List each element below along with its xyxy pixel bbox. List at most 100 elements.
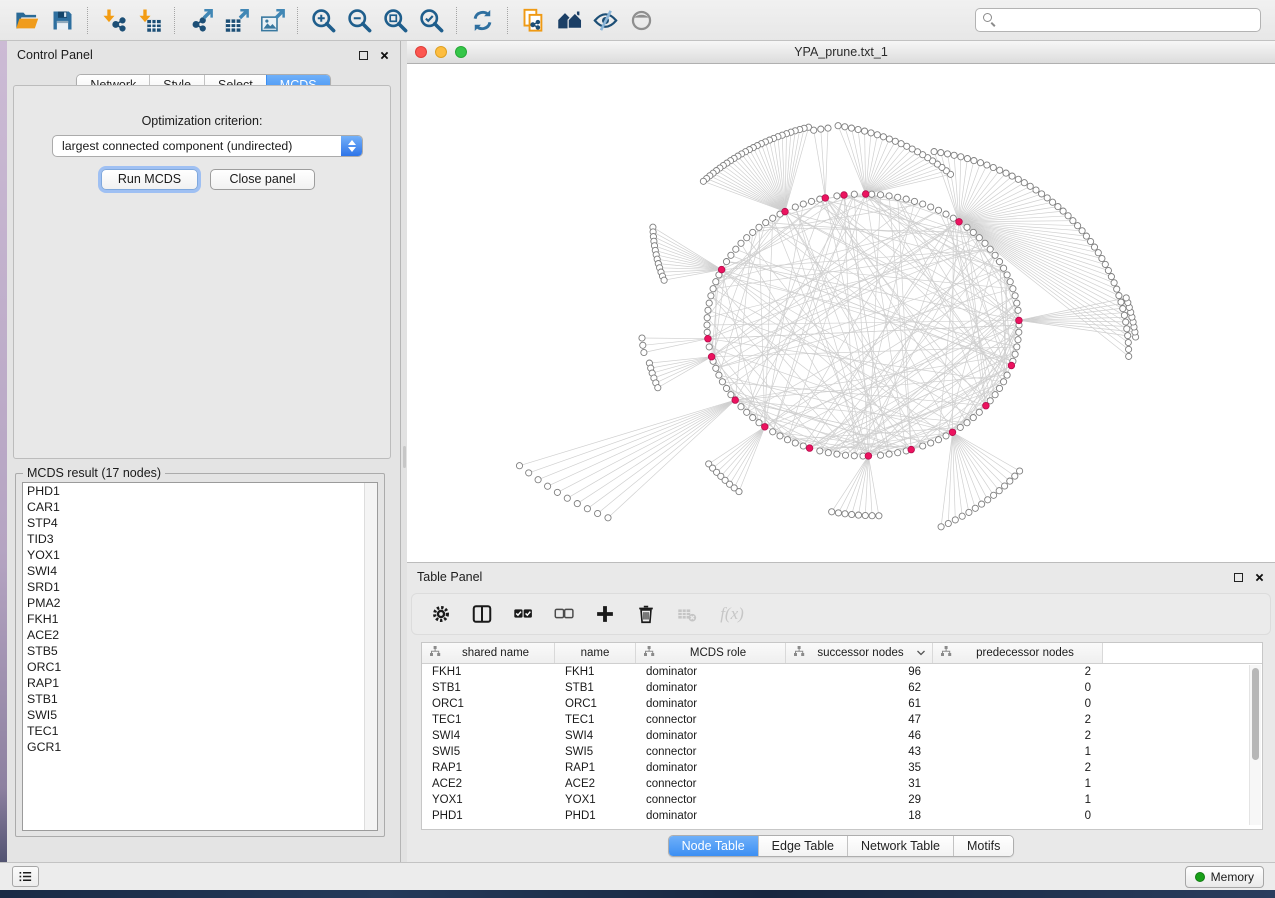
import-table-button[interactable] — [131, 3, 167, 37]
export-image-button[interactable] — [254, 3, 290, 37]
column-header-MCDS-role[interactable]: MCDS role — [636, 643, 786, 663]
column-header-filler — [1103, 643, 1262, 663]
table-tab-network-table[interactable]: Network Table — [847, 836, 953, 856]
memory-button[interactable]: Memory — [1185, 866, 1264, 888]
mcds-result-item[interactable]: TID3 — [23, 531, 377, 547]
table-row[interactable]: RAP1RAP1dominator352 — [422, 760, 1262, 776]
table-row[interactable]: STB1STB1dominator620 — [422, 680, 1262, 696]
mcds-result-item[interactable]: STB5 — [23, 643, 377, 659]
column-header-name[interactable]: name — [555, 643, 636, 663]
float-table-panel-icon[interactable] — [1234, 573, 1243, 582]
save-session-button[interactable] — [44, 3, 80, 37]
share-document-button[interactable] — [515, 3, 551, 37]
table-cell: 46 — [786, 728, 933, 744]
table-cell: dominator — [636, 808, 786, 824]
select-all-check-button[interactable] — [510, 601, 536, 627]
main-toolbar — [0, 0, 1275, 41]
table-row[interactable]: PHD1PHD1dominator180 — [422, 808, 1262, 824]
deselect-all-button[interactable] — [551, 601, 577, 627]
table-row[interactable]: FKH1FKH1dominator962 — [422, 664, 1262, 680]
optimization-criterion-label: Optimization criterion: — [14, 114, 390, 128]
network-window-titlebar: YPA_prune.txt_1 — [407, 41, 1275, 64]
import-network-button[interactable] — [95, 3, 131, 37]
mcds-result-item[interactable]: CAR1 — [23, 499, 377, 515]
zoom-fit-button[interactable] — [377, 3, 413, 37]
table-tab-node-table[interactable]: Node Table — [669, 836, 758, 856]
node-table: shared namenameMCDS rolesuccessor nodesp… — [421, 642, 1263, 830]
mcds-tab-content: Optimization criterion: largest connecte… — [13, 85, 391, 459]
refresh-view-button[interactable] — [464, 3, 500, 37]
zoom-selected-button[interactable] — [413, 3, 449, 37]
table-row[interactable]: TEC1TEC1connector472 — [422, 712, 1262, 728]
export-network-button[interactable] — [182, 3, 218, 37]
mcds-result-item[interactable]: ACE2 — [23, 627, 377, 643]
mcds-result-item[interactable]: ORC1 — [23, 659, 377, 675]
table-row[interactable]: SWI4SWI4dominator462 — [422, 728, 1262, 744]
show-panels-list-button[interactable] — [12, 866, 39, 887]
table-cell: YOX1 — [555, 792, 636, 808]
mcds-result-item[interactable]: PMA2 — [23, 595, 377, 611]
table-cell: connector — [636, 744, 786, 760]
close-panel-icon[interactable] — [379, 50, 390, 61]
column-header-successor-nodes[interactable]: successor nodes — [786, 643, 933, 663]
mcds-list-scrollbar[interactable] — [364, 483, 377, 830]
table-row[interactable]: YOX1YOX1connector291 — [422, 792, 1262, 808]
zoom-in-button[interactable] — [305, 3, 341, 37]
column-header-shared-name[interactable]: shared name — [422, 643, 555, 663]
gear-button[interactable] — [428, 601, 454, 627]
table-row[interactable]: ORC1ORC1dominator610 — [422, 696, 1262, 712]
optimization-criterion-select[interactable]: largest connected component (undirected) — [52, 135, 363, 157]
search-input[interactable] — [975, 8, 1261, 32]
table-cell: dominator — [636, 664, 786, 680]
mcds-result-item[interactable]: SWI5 — [23, 707, 377, 723]
mcds-result-item[interactable]: SRD1 — [23, 579, 377, 595]
table-tab-edge-table[interactable]: Edge Table — [758, 836, 847, 856]
table-row[interactable]: ACE2ACE2connector311 — [422, 776, 1262, 792]
table-cell: 35 — [786, 760, 933, 776]
table-scrollbar-thumb[interactable] — [1252, 668, 1259, 760]
table-scrollbar[interactable] — [1249, 665, 1261, 825]
hide-selected-button[interactable] — [587, 3, 623, 37]
column-header-predecessor-nodes[interactable]: predecessor nodes — [933, 643, 1103, 663]
network-graph[interactable] — [407, 64, 1273, 560]
mcds-result-item[interactable]: STB1 — [23, 691, 377, 707]
table-tab-motifs[interactable]: Motifs — [953, 836, 1013, 856]
table-cell: STB1 — [422, 680, 555, 696]
desktop-wallpaper-strip — [0, 41, 7, 890]
table-cell: 47 — [786, 712, 933, 728]
export-table-button[interactable] — [218, 3, 254, 37]
mcds-result-item[interactable]: PHD1 — [23, 483, 377, 499]
mcds-result-item[interactable]: SWI4 — [23, 563, 377, 579]
mcds-result-item[interactable]: YOX1 — [23, 547, 377, 563]
table-cell: 18 — [786, 808, 933, 824]
split-columns-button[interactable] — [469, 601, 495, 627]
close-table-panel-icon[interactable] — [1254, 572, 1265, 583]
import-network-icon — [100, 7, 127, 34]
close-panel-button[interactable]: Close panel — [210, 169, 315, 190]
zoom-out-button[interactable] — [341, 3, 377, 37]
export-image-icon — [259, 7, 286, 34]
list-icon — [18, 869, 33, 884]
mcds-result-item[interactable]: FKH1 — [23, 611, 377, 627]
mcds-result-item[interactable]: GCR1 — [23, 739, 377, 755]
table-panel-titlebar: Table Panel — [407, 563, 1275, 591]
mcds-result-item[interactable]: TEC1 — [23, 723, 377, 739]
network-canvas[interactable] — [407, 64, 1275, 562]
float-panel-icon[interactable] — [359, 51, 368, 60]
open-file-button[interactable] — [8, 3, 44, 37]
run-mcds-button[interactable]: Run MCDS — [101, 169, 198, 190]
tree-icon — [429, 645, 441, 657]
add-entry-button[interactable] — [592, 601, 618, 627]
network-view-window: YPA_prune.txt_1 — [407, 41, 1275, 562]
table-row[interactable]: SWI5SWI5connector431 — [422, 744, 1262, 760]
mcds-result-list[interactable]: PHD1CAR1STP4TID3YOX1SWI4SRD1PMA2FKH1ACE2… — [22, 482, 378, 831]
home-button[interactable] — [551, 3, 587, 37]
mcds-result-item[interactable]: STP4 — [23, 515, 377, 531]
delete-entry-button[interactable] — [633, 601, 659, 627]
show-all-button[interactable] — [623, 3, 659, 37]
table-cell: TEC1 — [555, 712, 636, 728]
mcds-result-item[interactable]: RAP1 — [23, 675, 377, 691]
toolbar-divider — [297, 7, 298, 34]
table-cell: 29 — [786, 792, 933, 808]
export-table-icon — [223, 7, 250, 34]
